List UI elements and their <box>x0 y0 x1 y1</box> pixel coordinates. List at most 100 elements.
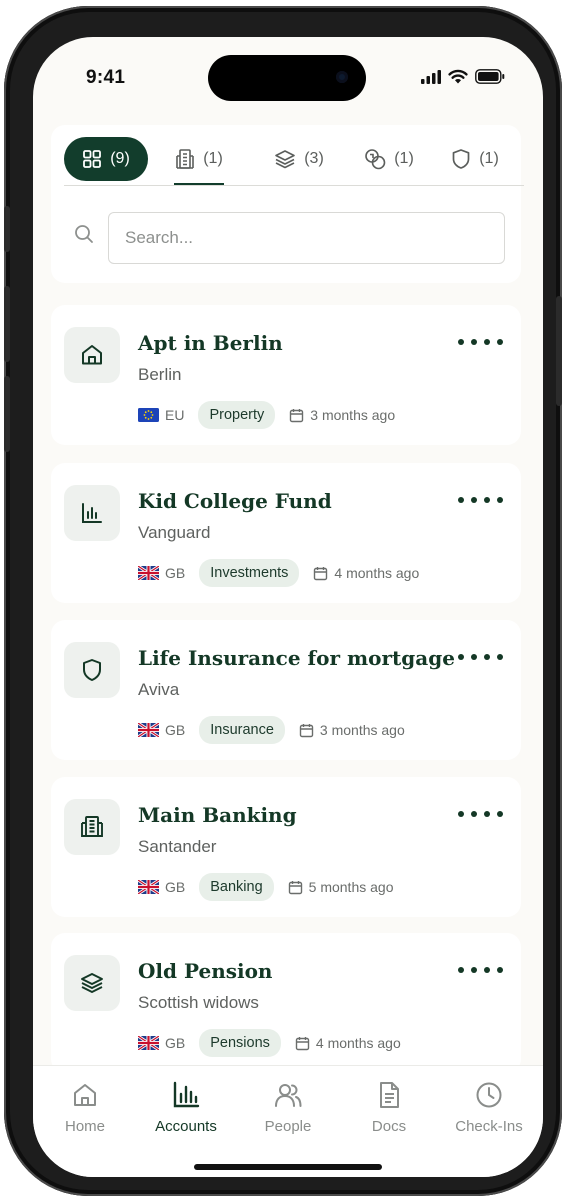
more-options-button[interactable] <box>458 811 503 817</box>
account-region: GB <box>165 1035 186 1051</box>
tab-divider <box>64 185 524 186</box>
nav-label: Check-Ins <box>455 1118 523 1135</box>
chart-icon <box>64 485 120 541</box>
account-region: GB <box>165 565 186 581</box>
battery-icon <box>475 69 505 84</box>
dynamic-island <box>208 55 366 101</box>
account-meta: EU Property 3 months ago <box>138 401 395 429</box>
account-title: Old Pension <box>138 959 273 983</box>
account-meta: GB Insurance 3 months ago <box>138 716 405 744</box>
action-button <box>4 206 10 252</box>
gb-flag-icon <box>138 723 159 737</box>
account-card[interactable]: Apt in Berlin Berlin EU Property 3 month… <box>51 305 521 445</box>
layers-icon <box>64 955 120 1011</box>
account-card[interactable]: Kid College Fund Vanguard GB Investments… <box>51 463 521 603</box>
tab-banking[interactable]: (1) <box>169 137 229 181</box>
account-provider: Berlin <box>138 365 182 384</box>
account-title: Kid College Fund <box>138 489 332 513</box>
category-tabs: (9) (1) (3) (1) (1) <box>51 137 521 185</box>
tab-count: (1) <box>394 150 414 167</box>
nav-label: Home <box>64 1118 105 1135</box>
eu-flag-icon <box>138 408 159 422</box>
nav-home[interactable]: Home <box>40 1080 130 1135</box>
account-updated: 5 months ago <box>308 879 394 895</box>
gb-flag-icon <box>138 880 159 894</box>
account-card[interactable]: Old Pension Scottish widows GB Pensions … <box>51 933 521 1073</box>
account-region: EU <box>165 407 185 423</box>
more-options-button[interactable] <box>458 339 503 345</box>
shield-icon <box>64 642 120 698</box>
calendar-icon <box>299 723 314 737</box>
account-updated: 4 months ago <box>315 1035 401 1051</box>
tab-all[interactable]: (9) <box>64 137 148 181</box>
calendar-icon <box>314 566 328 580</box>
volume-down-button <box>4 376 10 452</box>
tab-count: (3) <box>304 150 324 167</box>
account-meta: GB Investments 4 months ago <box>138 559 419 587</box>
account-region: GB <box>165 879 186 895</box>
account-updated: 3 months ago <box>310 407 396 423</box>
nav-docs[interactable]: Docs <box>344 1080 434 1135</box>
people-icon <box>275 1084 302 1107</box>
tab-count: (1) <box>203 150 223 167</box>
tab-insurance[interactable]: (1) <box>443 137 507 181</box>
nav-label: Docs <box>371 1118 407 1135</box>
account-card[interactable]: Main Banking Santander GB Banking 5 mont… <box>51 777 521 917</box>
category-tag: Banking <box>199 873 274 901</box>
account-meta: GB Pensions 4 months ago <box>138 1029 401 1057</box>
account-meta: GB Banking 5 months ago <box>138 873 393 901</box>
account-updated: 4 months ago <box>334 565 420 581</box>
clock-icon <box>476 1082 502 1108</box>
screen: 9:41 (9) (1) (3) (1) (1) Search... Apt i… <box>33 37 543 1177</box>
tab-count: (9) <box>110 150 130 167</box>
wifi-icon <box>448 69 468 84</box>
more-options-button[interactable] <box>458 497 503 503</box>
power-button <box>556 296 562 406</box>
bank-icon <box>64 799 120 855</box>
account-title: Main Banking <box>138 803 297 827</box>
bank-icon <box>176 149 195 169</box>
category-tag: Property <box>198 401 276 429</box>
shield-icon <box>452 149 470 169</box>
tab-indicator <box>174 183 224 185</box>
nav-label: People <box>264 1118 312 1135</box>
tab-investments[interactable]: (1) <box>356 137 422 181</box>
account-title: Life Insurance for mortgage <box>138 646 455 670</box>
coins-icon <box>365 149 386 170</box>
calendar-icon <box>295 1036 310 1050</box>
tab-count: (1) <box>479 150 499 167</box>
gb-flag-icon <box>138 1036 159 1050</box>
calendar-icon <box>288 880 302 894</box>
category-tag: Pensions <box>199 1029 281 1057</box>
account-provider: Santander <box>138 837 217 856</box>
calendar-icon <box>290 408 304 422</box>
nav-accounts[interactable]: Accounts <box>141 1080 231 1135</box>
more-options-button[interactable] <box>458 654 503 660</box>
nav-label: Accounts <box>155 1118 217 1135</box>
phone-frame: 9:41 (9) (1) (3) (1) (1) Search... Apt i… <box>4 6 562 1196</box>
search-icon <box>73 223 95 250</box>
status-time: 9:41 <box>86 67 126 88</box>
more-options-button[interactable] <box>458 967 503 973</box>
bottom-nav: Home Accounts People Docs Check-Ins <box>33 1065 543 1177</box>
volume-up-button <box>4 286 10 362</box>
category-tag: Investments <box>199 559 300 587</box>
signal-icon <box>421 69 441 84</box>
chart-icon <box>173 1081 200 1108</box>
account-card[interactable]: Life Insurance for mortgage Aviva GB Ins… <box>51 620 521 760</box>
search-input[interactable] <box>108 212 505 264</box>
account-provider: Aviva <box>138 680 180 699</box>
tab-pensions[interactable]: (3) <box>263 137 335 181</box>
account-title: Apt in Berlin <box>138 331 283 355</box>
nav-people[interactable]: People <box>243 1080 333 1135</box>
account-updated: 3 months ago <box>319 722 405 738</box>
account-region: GB <box>165 722 186 738</box>
account-provider: Vanguard <box>138 523 211 542</box>
document-icon <box>380 1082 399 1108</box>
grid-icon <box>83 150 102 168</box>
home-icon <box>64 327 120 383</box>
account-provider: Scottish widows <box>138 993 259 1012</box>
home-icon <box>74 1084 96 1106</box>
nav-check-ins[interactable]: Check-Ins <box>444 1080 534 1135</box>
filter-panel: (9) (1) (3) (1) (1) Search... <box>51 125 524 283</box>
